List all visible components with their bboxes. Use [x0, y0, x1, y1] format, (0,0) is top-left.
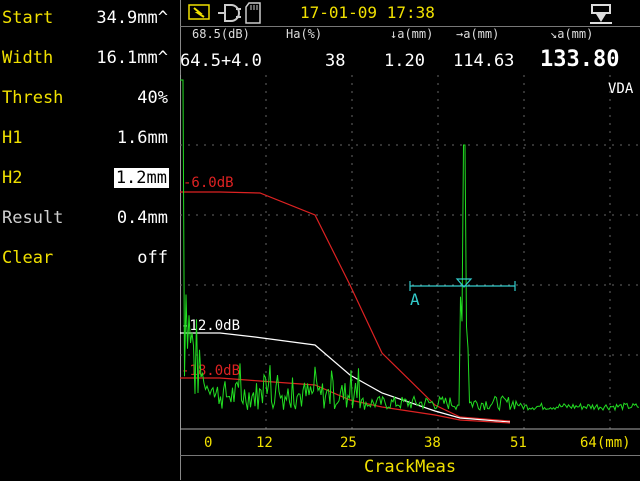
status-bar: 17-01-09 17:38	[180, 0, 640, 27]
menu-label-result: Result	[2, 208, 64, 228]
footer-bar: CrackMeas	[180, 455, 640, 481]
menu-item-result: Result 0.4mm	[0, 200, 180, 240]
menu-label-start: Start	[2, 8, 54, 28]
menu-label-width: Width	[2, 48, 54, 68]
dac-label-6db: -6.0dB	[183, 175, 234, 191]
menu-value-width: 16.1mm^	[96, 48, 168, 68]
dac-label-18db: -18.0dB	[181, 363, 240, 379]
menu-item-clear[interactable]: Clear off	[0, 240, 180, 280]
depth-value: 1.20	[384, 51, 425, 71]
sound-path-label: ↘a(mm)	[550, 27, 594, 41]
surface-distance-label: →a(mm)	[456, 27, 500, 41]
menu-value-thresh: 40%	[137, 88, 168, 108]
x-tick-51: 51	[510, 435, 527, 451]
grid	[180, 75, 640, 430]
x-tick-38: 38	[424, 435, 441, 451]
menu-label-thresh: Thresh	[2, 88, 64, 108]
gain-label: 68.5(dB)	[192, 27, 250, 41]
menu-value-clear: off	[137, 248, 168, 268]
menu-item-width[interactable]: Width 16.1mm^	[0, 40, 180, 80]
amplitude-label: Ha(%)	[286, 27, 323, 41]
depth-label: ↓a(mm)	[390, 27, 434, 41]
function-title: CrackMeas	[363, 457, 457, 477]
x-tick-12: 12	[256, 435, 273, 451]
sd-card-icon	[245, 2, 261, 24]
mode-label: VDA	[608, 81, 634, 97]
menu-label-h1: H1	[2, 128, 23, 148]
x-tick-64: 64(mm)	[580, 435, 631, 451]
menu-value-result: 0.4mm	[116, 208, 168, 228]
menu-label-h2: H2	[2, 168, 23, 188]
menu-value-h2: 1.2mm	[113, 168, 169, 188]
x-tick-25: 25	[340, 435, 357, 451]
battery-charging-icon	[188, 4, 210, 20]
menu-item-h2[interactable]: H2 1.2mm	[0, 160, 180, 200]
ascan-display[interactable]: VDA -6.0dB -12.0dB -18.0dB A ↓	[180, 75, 640, 430]
menu-value-h1: 1.6mm	[116, 128, 168, 148]
gain-value: 64.5+4.0	[180, 51, 262, 71]
measurement-header: 68.5(dB) Ha(%) ↓a(mm) →a(mm) ↘a(mm) 64.5…	[180, 27, 640, 75]
amplitude-value: 38	[325, 51, 346, 71]
date-time: 17-01-09 17:38	[300, 3, 435, 22]
plug-icon	[218, 4, 241, 22]
x-tick-0: 0	[204, 435, 212, 451]
menu-item-h1[interactable]: H1 1.6mm	[0, 120, 180, 160]
surface-distance-value: 114.63	[453, 51, 515, 71]
gate-label: A	[410, 290, 420, 309]
menu-item-start[interactable]: Start 34.9mm^	[0, 0, 180, 40]
ascan-signal	[180, 79, 640, 412]
probe-icon	[590, 4, 612, 24]
x-axis-ticks: 0 12 25 38 51 64(mm)	[204, 435, 631, 451]
sound-path-value: 133.80	[540, 47, 620, 72]
menu-value-start: 34.9mm^	[96, 8, 168, 28]
parameter-menu: Start 34.9mm^ Width 16.1mm^ Thresh 40% H…	[0, 0, 180, 480]
menu-label-clear: Clear	[2, 248, 54, 268]
menu-item-thresh[interactable]: Thresh 40%	[0, 80, 180, 120]
